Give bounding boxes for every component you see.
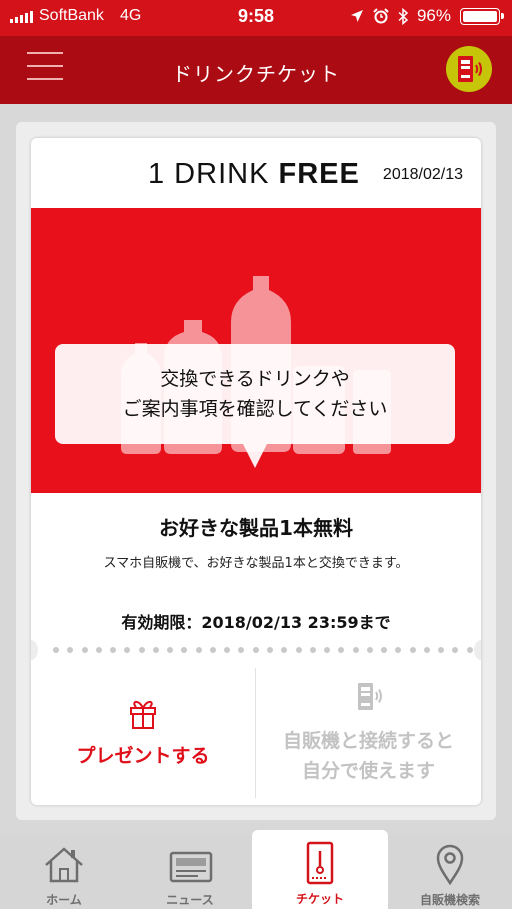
use-self-line-1: 自販機と接続すると: [282, 730, 454, 752]
ticket-notch-left: [31, 640, 38, 660]
battery-percent: 96%: [416, 6, 451, 25]
status-icons: 96%: [350, 6, 504, 26]
tab-ticket[interactable]: チケット: [252, 830, 388, 909]
vending-machine-connect-button[interactable]: [446, 46, 492, 92]
location-arrow-icon: [350, 10, 363, 22]
battery-icon: [460, 7, 504, 25]
use-self-button: 自販機と接続すると 自分で使えます: [256, 668, 481, 805]
ticket-header: 1 DRINK FREE 2018/02/13: [31, 138, 481, 208]
gift-icon: [130, 700, 156, 729]
perforation-line: [53, 647, 473, 653]
tab-news-label: ニュース: [166, 893, 214, 907]
expiry-date: 有効期限：2018/02/13 23:59まで: [121, 613, 391, 632]
status-bar: SoftBank 4G 9:58 96%: [0, 0, 512, 36]
present-button-label: プレゼントする: [76, 745, 210, 767]
page-title: ドリンクチケット: [172, 62, 340, 86]
bluetooth-icon: [398, 7, 408, 25]
ticket-title: 1 DRINK FREE: [148, 158, 360, 191]
product-title: お好きな製品1本無料: [159, 516, 353, 540]
tab-ticket-label: チケット: [295, 892, 344, 906]
ticket-actions: プレゼントする 自販機と接続すると 自分で使えます: [31, 668, 481, 805]
bubble-line-2: ご案内事項を確認してください: [122, 398, 388, 420]
ticket-notch-right: [474, 640, 481, 660]
tab-news[interactable]: ニュース: [128, 835, 252, 909]
home-icon: [45, 847, 83, 883]
use-self-label: 自販機と接続すると 自分で使えます: [256, 726, 481, 786]
present-button[interactable]: プレゼントする: [31, 668, 255, 805]
ticket-title-prefix: 1 DRINK: [148, 158, 270, 190]
ticket-title-bold: FREE: [278, 158, 360, 190]
product-description: スマホ自販機で、お好きな製品1本と交換できます。: [103, 556, 409, 571]
alarm-clock-icon: [373, 8, 389, 24]
bubble-line-1: 交換できるドリンクや: [160, 368, 350, 390]
news-icon: [169, 851, 213, 883]
tab-vending-search-label: 自販機検索: [419, 893, 480, 907]
map-pin-icon: [436, 844, 464, 885]
ticket-icon: [306, 841, 334, 885]
tab-bar: ホーム ニュース チケット 自販機検索: [0, 830, 512, 909]
ticket-image-area[interactable]: 交換できるドリンクや ご案内事項を確認してください: [31, 208, 481, 493]
tab-home[interactable]: ホーム: [0, 835, 128, 909]
vending-machine-icon: [358, 683, 382, 710]
tab-home-label: ホーム: [46, 893, 82, 907]
nav-bar: ドリンクチケット: [0, 36, 512, 104]
info-bubble[interactable]: 交換できるドリンクや ご案内事項を確認してください: [55, 344, 455, 468]
drink-ticket-card: 1 DRINK FREE 2018/02/13 交換できるドリンクや ご案内事項…: [31, 138, 481, 805]
use-self-line-2: 自分で使えます: [301, 760, 435, 782]
ticket-date: 2018/02/13: [382, 166, 463, 183]
vending-machine-icon: [458, 56, 482, 82]
tab-vending-search[interactable]: 自販機検索: [388, 835, 512, 909]
